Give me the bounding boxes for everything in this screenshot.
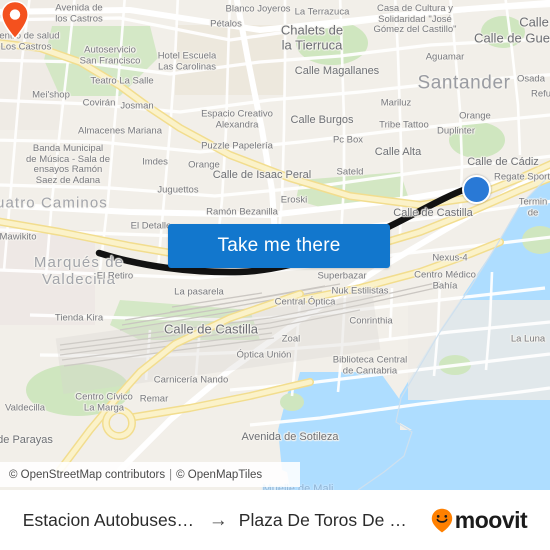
footer-destination-label: Plaza De Toros De San... bbox=[238, 509, 414, 530]
destination-dot-icon[interactable] bbox=[462, 175, 491, 204]
attribution-osm[interactable]: © OpenStreetMap contributors bbox=[9, 469, 165, 481]
attribution-tiles[interactable]: © OpenMapTiles bbox=[176, 469, 262, 481]
moovit-wordmark: moovit bbox=[454, 506, 528, 533]
origin-pin-icon[interactable] bbox=[0, 0, 30, 40]
footer-origin-label: Estacion Autobuses (San... bbox=[22, 509, 198, 530]
attribution-separator: | bbox=[169, 468, 173, 481]
moovit-logo: moovit bbox=[431, 506, 528, 534]
map-attribution: © OpenStreetMap contributors | © OpenMap… bbox=[0, 462, 300, 487]
trip-footer-bar: Estacion Autobuses (San... → Plaza De To… bbox=[0, 490, 550, 550]
moovit-map-screenshot: Avenida delos CastrosCentro de saludLos … bbox=[0, 0, 550, 550]
take-me-there-button[interactable]: Take me there bbox=[168, 224, 390, 268]
map-canvas[interactable]: Avenida delos CastrosCentro de saludLos … bbox=[0, 0, 550, 490]
moovit-pin-icon bbox=[431, 508, 452, 532]
take-me-there-label: Take me there bbox=[217, 235, 341, 256]
arrow-right-icon: → bbox=[208, 509, 228, 531]
